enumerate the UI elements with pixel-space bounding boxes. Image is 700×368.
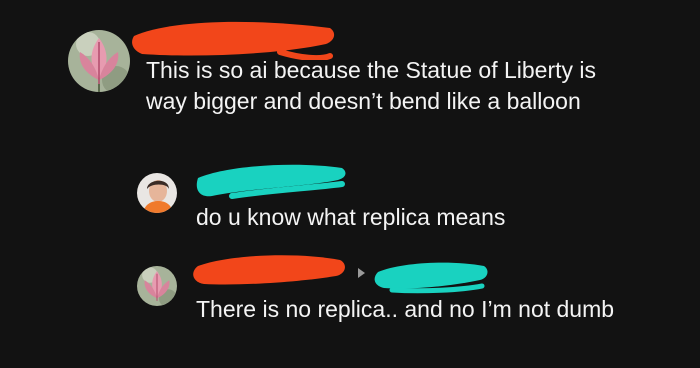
username-redaction xyxy=(196,164,346,199)
reply-text: do u know what replica means xyxy=(196,204,506,230)
reply-to-username-redaction xyxy=(374,262,488,294)
flower-avatar-icon xyxy=(68,30,130,92)
flower-avatar-icon xyxy=(137,266,177,306)
comment-top-level: This is so ai because the Statue of Libe… xyxy=(0,0,700,160)
username-redaction xyxy=(193,255,345,285)
reply-comment: do u know what replica means xyxy=(0,160,700,250)
replier-avatar[interactable] xyxy=(137,173,177,213)
reply-comment: There is no replica.. and no I’m not dum… xyxy=(0,250,700,368)
reply-text: There is no replica.. and no I’m not dum… xyxy=(196,296,615,322)
reply-arrow-icon xyxy=(358,268,365,278)
commenter-avatar[interactable] xyxy=(68,30,130,92)
commenter-avatar[interactable] xyxy=(137,266,177,306)
comment-text: This is so ai because the Statue of Libe… xyxy=(146,57,597,114)
username-redaction xyxy=(132,21,335,60)
person-avatar-icon xyxy=(137,173,177,213)
